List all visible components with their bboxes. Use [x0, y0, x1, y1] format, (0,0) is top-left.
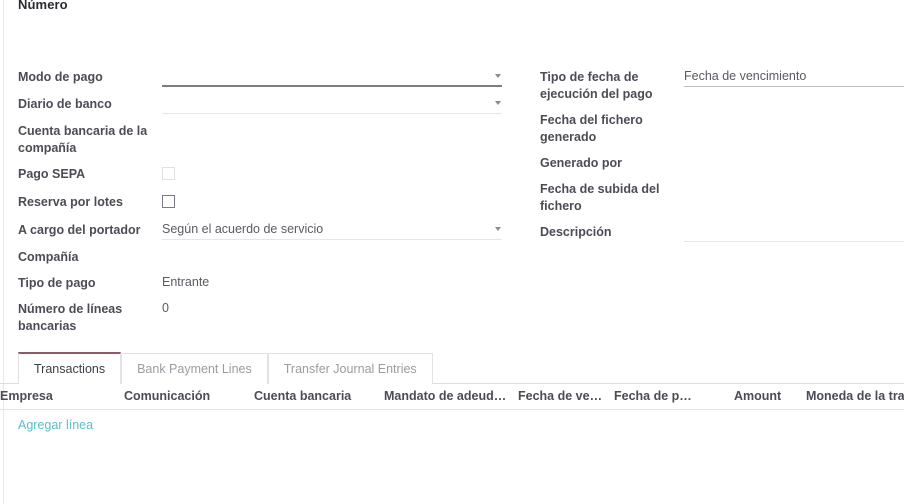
column-header-cuenta-bancaria[interactable]: Cuenta bancaria — [254, 385, 384, 410]
column-header-moneda-de-la-transaccion[interactable]: Moneda de la tran… — [806, 385, 904, 410]
transactions-table: Empresa Comunicación Cuenta bancaria Man… — [0, 385, 904, 440]
form-title-row: Número — [18, 0, 68, 18]
chevron-down-icon[interactable] — [495, 74, 501, 78]
label-compania: Compañía — [18, 250, 79, 264]
field-group-left: Modo de pago Diario de banco Cuenta banc… — [18, 68, 502, 343]
column-header-empresa[interactable]: Empresa — [0, 385, 124, 410]
column-header-fecha-de-pago[interactable]: Fecha de p… — [614, 385, 734, 410]
field-reserva-por-lotes: Reserva por lotes — [18, 193, 502, 213]
input-diario-de-banco[interactable] — [162, 95, 502, 114]
value-fecha-de-subida-del-fichero — [684, 180, 904, 197]
field-fecha-de-subida-del-fichero: Fecha de subida del fichero — [540, 180, 904, 215]
label-tipo-de-pago: Tipo de pago — [18, 276, 96, 290]
empty-sheet-area — [4, 440, 904, 504]
tab-transactions[interactable]: Transactions — [18, 352, 122, 384]
label-numero-de-lineas-bancarias: Número de líneas bancarias — [18, 302, 123, 333]
field-compania: Compañía — [18, 248, 502, 266]
field-a-cargo-del-portador: A cargo del portador Según el acuerdo de… — [18, 221, 502, 240]
value-generado-por — [684, 154, 904, 171]
transactions-list: Empresa Comunicación Cuenta bancaria Man… — [0, 385, 904, 440]
field-generado-por: Generado por — [540, 154, 904, 172]
tab-transfer-journal-entries[interactable]: Transfer Journal Entries — [267, 353, 433, 384]
value-pago-sepa — [162, 165, 502, 185]
text-numero-de-lineas-bancarias: 0 — [162, 301, 169, 315]
label-fecha-de-subida-del-fichero: Fecha de subida del fichero — [540, 182, 660, 213]
checkbox-pago-sepa[interactable] — [162, 167, 175, 180]
column-header-fecha-de-vencimiento[interactable]: Fecha de ve… — [518, 385, 614, 410]
input-descripcion[interactable] — [684, 223, 904, 242]
column-header-comunicacion[interactable]: Comunicación — [124, 385, 254, 410]
value-tipo-de-pago: Entrante — [162, 274, 502, 291]
add-line-cell: Agregar línea — [0, 410, 904, 441]
field-fecha-del-fichero-generado: Fecha del fichero generado — [540, 111, 904, 146]
table-header-row: Empresa Comunicación Cuenta bancaria Man… — [0, 385, 904, 410]
field-descripcion: Descripción — [540, 223, 904, 242]
text-tipo-de-fecha-de-ejecucion-del-pago: Fecha de vencimiento — [684, 69, 807, 83]
text-a-cargo-del-portador: Según el acuerdo de servicio — [162, 222, 324, 236]
field-cuenta-bancaria-de-la-compania: Cuenta bancaria de la compañía — [18, 122, 502, 157]
tab-bar: Transactions Bank Payment Lines Transfer… — [0, 352, 904, 384]
value-modo-de-pago — [162, 68, 502, 87]
label-fecha-del-fichero-generado: Fecha del fichero generado — [540, 113, 643, 144]
column-header-mandato-de-adeudo[interactable]: Mandato de adeud… — [384, 385, 518, 410]
value-diario-de-banco — [162, 95, 502, 114]
page-title: Número — [18, 0, 68, 12]
chevron-down-icon[interactable] — [495, 101, 501, 105]
field-tipo-de-fecha-de-ejecucion-del-pago: Tipo de fecha de ejecución del pago Fech… — [540, 68, 904, 103]
tab-bank-payment-lines[interactable]: Bank Payment Lines — [121, 353, 268, 384]
tab-transfer-journal-entries-label: Transfer Journal Entries — [283, 362, 417, 376]
field-modo-de-pago: Modo de pago — [18, 68, 502, 87]
label-cuenta-bancaria-de-la-compania: Cuenta bancaria de la compañía — [18, 124, 148, 155]
notebook: Transactions Bank Payment Lines Transfer… — [0, 352, 904, 384]
label-generado-por: Generado por — [540, 156, 622, 170]
field-tipo-de-pago: Tipo de pago Entrante — [18, 274, 502, 292]
value-fecha-del-fichero-generado — [684, 111, 904, 128]
label-a-cargo-del-portador: A cargo del portador — [18, 223, 141, 237]
input-modo-de-pago[interactable] — [162, 68, 502, 87]
field-diario-de-banco: Diario de banco — [18, 95, 502, 114]
payment-order-form-screen: Número Modo de pago Diario de banco Cuen… — [0, 0, 904, 504]
value-cuenta-bancaria-de-la-compania[interactable] — [162, 122, 502, 139]
form-sheet: Número Modo de pago Diario de banco Cuen… — [0, 0, 904, 504]
input-a-cargo-del-portador[interactable]: Según el acuerdo de servicio — [162, 221, 502, 240]
value-compania[interactable] — [162, 248, 502, 265]
tab-bank-payment-lines-label: Bank Payment Lines — [137, 362, 252, 376]
field-numero-de-lineas-bancarias: Número de líneas bancarias 0 — [18, 300, 502, 335]
add-line-row: Agregar línea — [0, 410, 904, 441]
label-diario-de-banco: Diario de banco — [18, 97, 112, 111]
field-pago-sepa: Pago SEPA — [18, 165, 502, 185]
label-tipo-de-fecha-de-ejecucion-del-pago: Tipo de fecha de ejecución del pago — [540, 70, 653, 101]
add-line-button[interactable]: Agregar línea — [18, 418, 93, 432]
value-numero-de-lineas-bancarias: 0 — [162, 300, 502, 317]
table-body: Agregar línea — [0, 410, 904, 441]
label-pago-sepa: Pago SEPA — [18, 167, 86, 181]
label-descripcion: Descripción — [540, 225, 612, 239]
checkbox-reserva-por-lotes[interactable] — [162, 195, 175, 208]
field-group-right: Tipo de fecha de ejecución del pago Fech… — [540, 68, 904, 250]
input-tipo-de-fecha-de-ejecucion-del-pago[interactable]: Fecha de vencimiento — [684, 68, 904, 87]
value-reserva-por-lotes — [162, 193, 502, 213]
value-tipo-de-fecha-de-ejecucion-del-pago: Fecha de vencimiento — [684, 68, 904, 87]
chevron-down-icon[interactable] — [495, 227, 501, 231]
value-descripcion — [684, 223, 904, 242]
tab-transactions-label: Transactions — [34, 362, 106, 376]
label-reserva-por-lotes: Reserva por lotes — [18, 195, 123, 209]
column-header-amount[interactable]: Amount — [734, 385, 806, 410]
label-modo-de-pago: Modo de pago — [18, 70, 103, 84]
text-tipo-de-pago: Entrante — [162, 275, 210, 289]
value-a-cargo-del-portador: Según el acuerdo de servicio — [162, 221, 502, 240]
